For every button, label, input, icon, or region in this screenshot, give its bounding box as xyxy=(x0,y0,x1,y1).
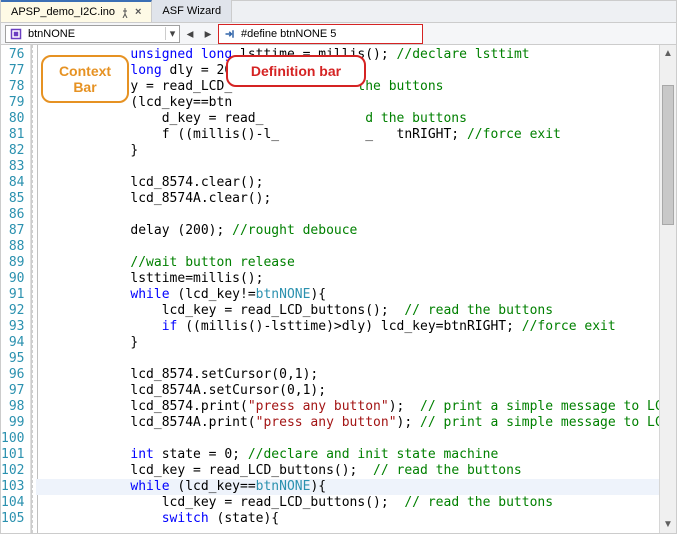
code-line[interactable]: } xyxy=(36,143,676,159)
vertical-scrollbar[interactable]: ▲ ▼ xyxy=(659,45,676,533)
line-number: 83 xyxy=(1,159,24,175)
code-line[interactable]: unsigned long lsttime = millis(); //decl… xyxy=(36,47,676,63)
line-number: 93 xyxy=(1,319,24,335)
code-line[interactable]: //wait button release xyxy=(36,255,676,271)
line-number: 94 xyxy=(1,335,24,351)
line-number: 82 xyxy=(1,143,24,159)
code-line[interactable]: lcd_8574A.clear(); xyxy=(36,191,676,207)
code-line[interactable]: lcd_8574A.setCursor(0,1); xyxy=(36,383,676,399)
code-line[interactable] xyxy=(36,431,676,447)
line-number: 105 xyxy=(1,511,24,527)
goto-def-icon xyxy=(223,27,237,41)
line-number: 99 xyxy=(1,415,24,431)
close-icon[interactable]: × xyxy=(135,4,141,20)
line-number: 98 xyxy=(1,399,24,415)
line-number: 90 xyxy=(1,271,24,287)
code-line[interactable] xyxy=(36,239,676,255)
code-line[interactable]: y = read_LCD_ the buttons xyxy=(36,79,676,95)
tab-apsp_demo_i2c-ino[interactable]: APSP_demo_I2C.ino × xyxy=(1,0,152,22)
line-number: 77 xyxy=(1,63,24,79)
code-line[interactable]: lcd_key = read_LCD_buttons(); // read th… xyxy=(36,495,676,511)
line-number: 86 xyxy=(1,207,24,223)
definition-text: #define btnNONE 5 xyxy=(241,28,336,40)
code-line[interactable]: (lcd_key==btn xyxy=(36,95,676,111)
code-line[interactable] xyxy=(36,159,676,175)
line-number: 96 xyxy=(1,367,24,383)
chevron-down-icon[interactable]: ▾ xyxy=(165,27,179,40)
tab-asf-wizard[interactable]: ASF Wizard xyxy=(152,0,232,22)
line-number: 91 xyxy=(1,287,24,303)
line-number: 88 xyxy=(1,239,24,255)
symbol-icon xyxy=(9,27,23,41)
tab-label: ASF Wizard xyxy=(162,3,221,19)
line-number: 76 xyxy=(1,47,24,63)
scroll-down-icon[interactable]: ▼ xyxy=(660,516,676,533)
code-line[interactable]: long dly = 20 xyxy=(36,63,676,79)
code-line[interactable]: lcd_8574A.print("press any button"); // … xyxy=(36,415,676,431)
line-number: 85 xyxy=(1,191,24,207)
scroll-thumb[interactable] xyxy=(662,85,674,225)
code-line[interactable]: int state = 0; //declare and init state … xyxy=(36,447,676,463)
line-number: 101 xyxy=(1,447,24,463)
code-line[interactable]: lcd_8574.setCursor(0,1); xyxy=(36,367,676,383)
code-line[interactable]: while (lcd_key==btnNONE){ xyxy=(36,479,676,495)
line-number: 95 xyxy=(1,351,24,367)
line-number: 92 xyxy=(1,303,24,319)
context-selected: btnNONE xyxy=(26,28,165,40)
code-line[interactable]: lcd_8574.clear(); xyxy=(36,175,676,191)
code-line[interactable] xyxy=(36,351,676,367)
code-area[interactable]: unsigned long lsttime = millis(); //decl… xyxy=(32,45,676,527)
next-button[interactable]: ▸ xyxy=(200,26,216,42)
line-number: 89 xyxy=(1,255,24,271)
code-line[interactable]: lcd_key = read_LCD_buttons(); // read th… xyxy=(36,463,676,479)
code-line[interactable]: if ((millis()-lsttime)>dly) lcd_key=btnR… xyxy=(36,319,676,335)
context-combo[interactable]: btnNONE ▾ xyxy=(5,25,180,43)
line-number: 104 xyxy=(1,495,24,511)
code-line[interactable] xyxy=(36,207,676,223)
line-number: 84 xyxy=(1,175,24,191)
line-number: 78 xyxy=(1,79,24,95)
code-line[interactable]: lsttime=millis(); xyxy=(36,271,676,287)
code-line[interactable]: switch (state){ xyxy=(36,511,676,527)
scroll-up-icon[interactable]: ▲ xyxy=(660,45,676,62)
code-line[interactable]: while (lcd_key!=btnNONE){ xyxy=(36,287,676,303)
tab-label: APSP_demo_I2C.ino xyxy=(11,4,115,20)
code-line[interactable]: } xyxy=(36,335,676,351)
code-line[interactable]: lcd_key = read_LCD_buttons(); // read th… xyxy=(36,303,676,319)
line-number: 103 xyxy=(1,479,24,495)
code-line[interactable]: lcd_8574.print("press any button"); // p… xyxy=(36,399,676,415)
toolbar: btnNONE ▾ ◂ ▸ #define btnNONE 5 xyxy=(1,23,676,45)
code-line[interactable]: f ((millis()-l_ _ tnRIGHT; //force exit xyxy=(36,127,676,143)
line-number: 97 xyxy=(1,383,24,399)
line-number: 100 xyxy=(1,431,24,447)
tab-bar: APSP_demo_I2C.ino × ASF Wizard xyxy=(1,1,676,23)
line-number: 81 xyxy=(1,127,24,143)
line-gutter: 7677787980818283848586878889909192939495… xyxy=(1,45,31,533)
code-line[interactable]: delay (200); //rought debouce xyxy=(36,223,676,239)
pin-icon[interactable] xyxy=(120,7,130,17)
definition-bar[interactable]: #define btnNONE 5 xyxy=(218,24,423,44)
line-number: 80 xyxy=(1,111,24,127)
line-number: 79 xyxy=(1,95,24,111)
line-number: 87 xyxy=(1,223,24,239)
code-line[interactable]: d_key = read_ d the buttons xyxy=(36,111,676,127)
line-number: 102 xyxy=(1,463,24,479)
code-editor[interactable]: 7677787980818283848586878889909192939495… xyxy=(1,45,676,533)
prev-button[interactable]: ◂ xyxy=(182,26,198,42)
